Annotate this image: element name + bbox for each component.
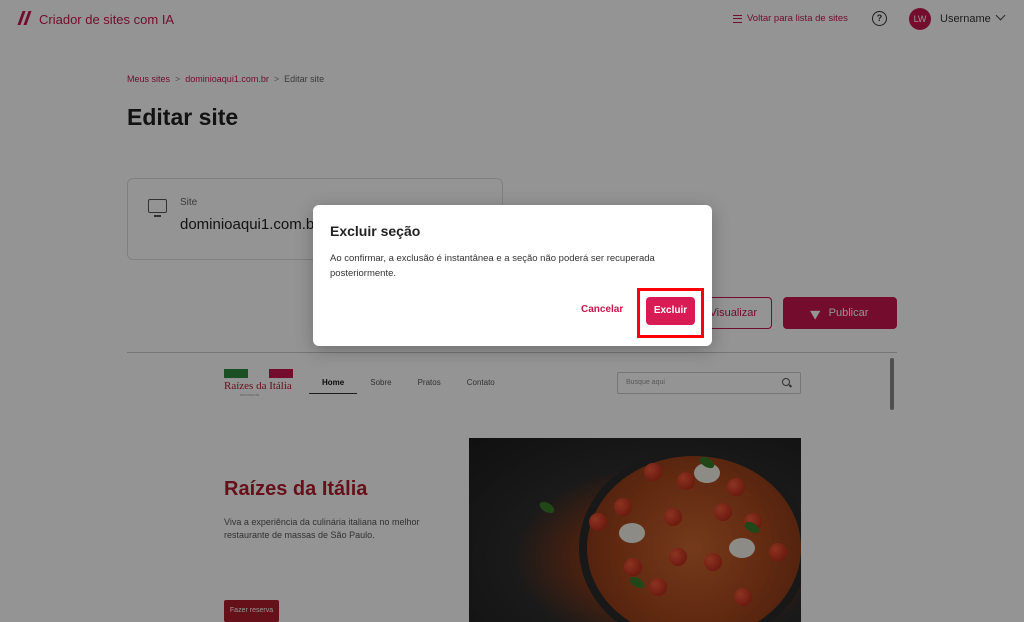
dialog-title: Excluir seção (330, 223, 421, 239)
dialog-message: Ao confirmar, a exclusão é instantânea e… (330, 253, 655, 279)
cancel-button[interactable]: Cancelar (581, 304, 623, 315)
highlight-box (637, 288, 704, 338)
